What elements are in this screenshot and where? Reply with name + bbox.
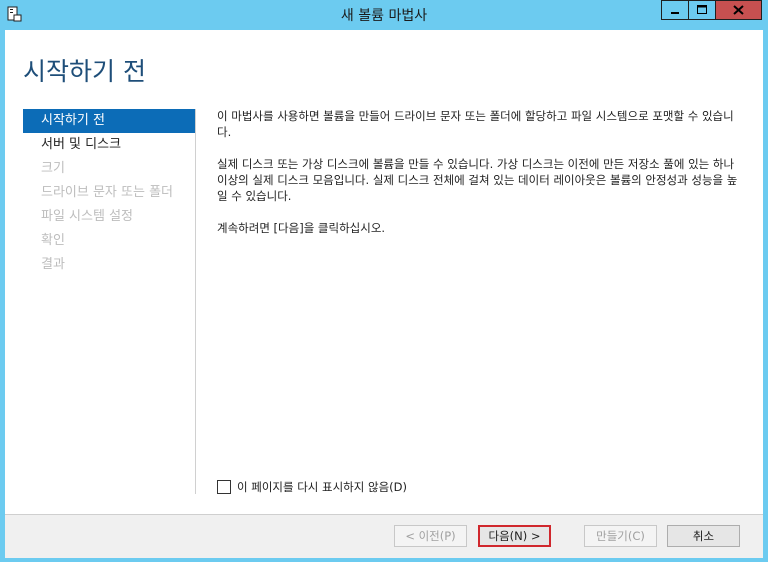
maximize-button[interactable]	[688, 0, 716, 20]
dont-show-again-row[interactable]: 이 페이지를 다시 표시하지 않음(D)	[217, 479, 407, 495]
next-button[interactable]: 다음(N) >	[478, 525, 551, 547]
maximize-icon	[697, 5, 707, 14]
window-title: 새 볼륨 마법사	[340, 8, 428, 24]
description-paragraph-3: 계속하려면 [다음]을 클릭하십시오.	[217, 221, 386, 235]
previous-button[interactable]: < 이전(P)	[394, 525, 467, 547]
create-button[interactable]: 만들기(C)	[584, 525, 657, 547]
wizard-steps-nav: 시작하기 전 서버 및 디스크 크기 드라이브 문자 또는 폴더 파일 시스템 …	[23, 109, 195, 277]
wizard-window: 새 볼륨 마법사 시작하기 전 시작하기 전 서버 및 디스크 크기 드라이브 …	[0, 0, 768, 562]
page-title: 시작하기 전	[23, 57, 146, 86]
minimize-button[interactable]	[661, 0, 689, 20]
nav-step-file-system: 파일 시스템 설정	[41, 209, 133, 224]
wizard-content: 시작하기 전 시작하기 전 서버 및 디스크 크기 드라이브 문자 또는 폴더 …	[5, 30, 763, 514]
description-paragraph-1: 이 마법사를 사용하면 볼륨을 만들어 드라이브 문자 또는 폴더에 할당하고 …	[217, 109, 734, 139]
minimize-icon	[671, 12, 679, 14]
description-paragraph-2: 실제 디스크 또는 가상 디스크에 볼륨을 만들 수 있습니다. 가상 디스크는…	[217, 157, 738, 203]
close-icon	[733, 5, 744, 15]
cancel-button[interactable]: 취소	[667, 525, 740, 547]
dont-show-again-checkbox[interactable]	[217, 480, 231, 494]
dont-show-again-label[interactable]: 이 페이지를 다시 표시하지 않음(D)	[237, 480, 407, 494]
nav-step-server-and-disk[interactable]: 서버 및 디스크	[23, 133, 195, 157]
nav-step-results: 결과	[41, 257, 65, 272]
description-text: 이 마법사를 사용하면 볼륨을 만들어 드라이브 문자 또는 폴더에 할당하고 …	[217, 108, 747, 252]
nav-step-before-you-begin[interactable]: 시작하기 전	[23, 109, 195, 133]
nav-step-confirmation: 확인	[41, 233, 65, 248]
button-bar: < 이전(P) 다음(N) > 만들기(C) 취소	[5, 514, 763, 558]
nav-step-size: 크기	[41, 161, 65, 176]
title-bar[interactable]: 새 볼륨 마법사	[0, 0, 768, 30]
close-button[interactable]	[715, 0, 762, 20]
nav-step-drive-letter: 드라이브 문자 또는 폴더	[41, 185, 173, 200]
nav-divider	[195, 109, 196, 494]
